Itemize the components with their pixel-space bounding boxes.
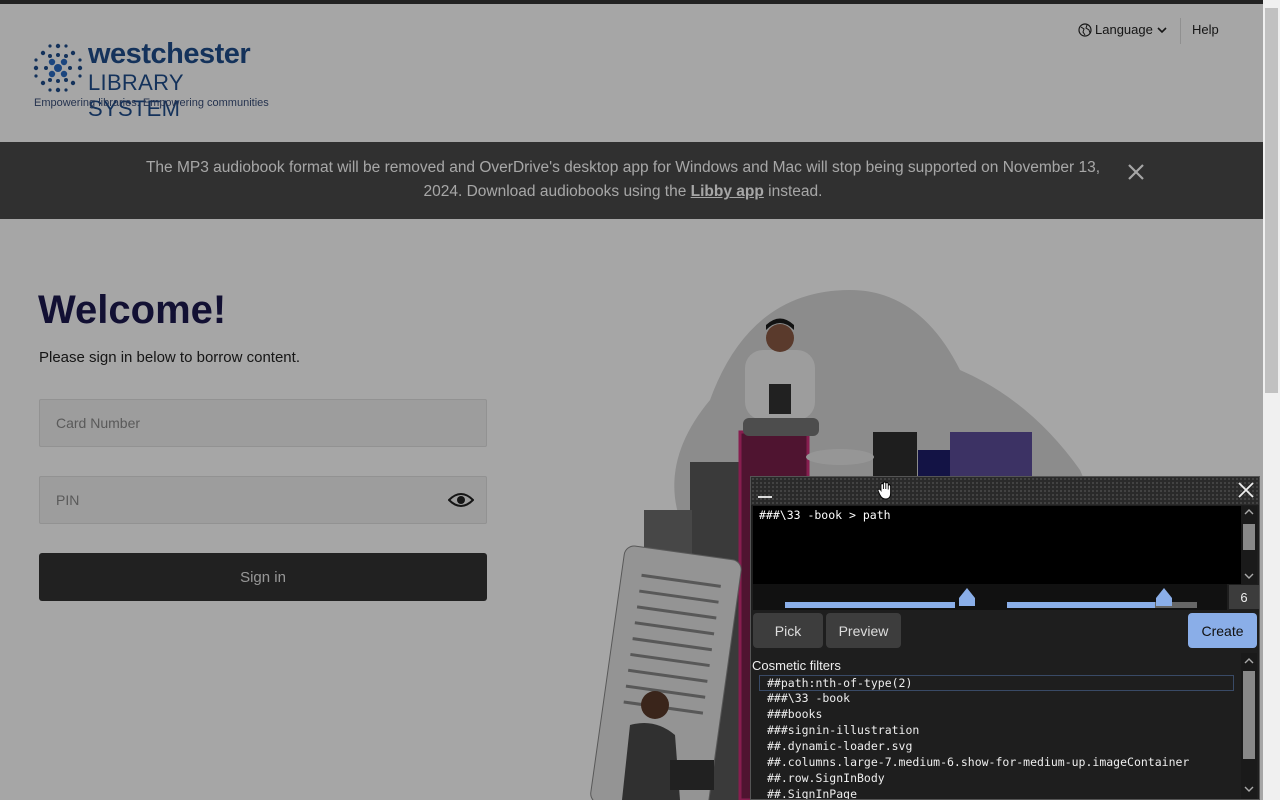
selector-editor[interactable]: ###\33 -book > path (753, 506, 1241, 584)
list-item[interactable]: ###\33 -book (751, 691, 1241, 707)
scroll-up-icon[interactable] (1244, 508, 1254, 516)
minimize-icon[interactable] (757, 483, 773, 499)
scroll-down-icon[interactable] (1244, 572, 1254, 580)
element-picker-panel: ###\33 -book > path 6 Pick Preview Creat… (750, 476, 1260, 800)
depth-slider-fill[interactable] (785, 602, 955, 608)
editor-scrollbar-thumb[interactable] (1243, 524, 1255, 550)
selector-text: ###\33 -book > path (759, 508, 891, 522)
list-item[interactable]: ###books (751, 707, 1241, 723)
list-item[interactable]: ##.SignInPage (751, 787, 1241, 799)
close-icon[interactable] (1237, 481, 1255, 499)
create-button[interactable]: Create (1188, 613, 1257, 648)
cosmetic-filters-title: Cosmetic filters (752, 658, 841, 673)
preview-button[interactable]: Preview (826, 613, 901, 648)
depth-slider-handle[interactable] (958, 587, 976, 607)
specificity-sliders (753, 584, 1227, 610)
filter-list-scrollbar[interactable] (1241, 653, 1257, 799)
list-item[interactable]: ##.columns.large-7.medium-6.show-for-med… (751, 755, 1241, 771)
scroll-down-icon[interactable] (1244, 785, 1254, 793)
scroll-up-icon[interactable] (1244, 657, 1254, 665)
drag-hand-icon[interactable] (877, 481, 895, 501)
filter-list-scrollbar-thumb[interactable] (1243, 671, 1255, 759)
editor-scrollbar[interactable] (1241, 506, 1257, 584)
pick-button[interactable]: Pick (753, 613, 823, 648)
list-item[interactable]: ##.dynamic-loader.svg (751, 739, 1241, 755)
match-count: 6 (1229, 585, 1259, 609)
browser-top-border (0, 0, 1280, 4)
list-item[interactable]: ##.row.SignInBody (751, 771, 1241, 787)
list-item[interactable]: ##path:nth-of-type(2) (759, 675, 1234, 691)
specificity-slider-fill[interactable] (1007, 602, 1155, 608)
cosmetic-filter-list: ##path:nth-of-type(2) ###\33 -book ###bo… (751, 675, 1241, 799)
specificity-slider-handle[interactable] (1155, 587, 1173, 607)
list-item[interactable]: ###signin-illustration (751, 723, 1241, 739)
page-scrollbar-thumb[interactable] (1265, 8, 1278, 393)
picker-titlebar[interactable] (751, 477, 1259, 505)
